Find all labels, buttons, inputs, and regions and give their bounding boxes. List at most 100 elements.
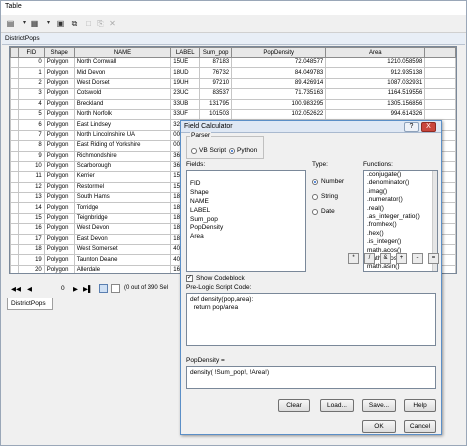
table-cell[interactable]: 16 xyxy=(17,223,45,235)
table-cell[interactable]: West Somerset xyxy=(73,244,172,256)
function-list-item[interactable]: .numerator() xyxy=(364,196,431,204)
row-selector[interactable] xyxy=(10,88,19,100)
row-selector[interactable] xyxy=(10,108,19,121)
table-cell[interactable]: 87183 xyxy=(199,56,233,69)
column-header-label[interactable]: LABEL xyxy=(170,47,201,58)
table-cell[interactable]: 17 xyxy=(17,233,45,246)
table-cell[interactable]: Polygon xyxy=(43,264,75,273)
clear-button[interactable]: Clear xyxy=(278,399,310,412)
table-cell[interactable]: 18UD xyxy=(170,67,201,79)
table-cell[interactable]: Polygon xyxy=(43,77,75,90)
operator-and-button[interactable]: & xyxy=(380,253,391,264)
table-cell[interactable]: 33UF xyxy=(170,108,201,121)
table-cell[interactable]: 100.983295 xyxy=(231,98,327,110)
row-selector[interactable] xyxy=(10,233,19,246)
function-list-item[interactable]: .imag() xyxy=(364,188,431,196)
table-cell[interactable]: 6 xyxy=(17,119,45,131)
table-cell[interactable]: 97210 xyxy=(199,77,233,90)
table-cell[interactable]: Torridge xyxy=(73,202,172,214)
table-cell[interactable]: North Lincolnshire UA xyxy=(73,129,172,142)
row-selector[interactable] xyxy=(10,212,19,225)
switch-selection-icon[interactable]: ⧉ xyxy=(69,18,80,29)
operator-plus-button[interactable]: + xyxy=(396,253,407,264)
help-button[interactable]: Help xyxy=(404,399,436,412)
first-record-icon[interactable]: ◀◀ xyxy=(11,285,21,293)
table-cell[interactable]: 12 xyxy=(17,181,45,194)
field-list-item[interactable]: Shape xyxy=(187,189,305,198)
field-list-item[interactable]: FID xyxy=(187,180,305,189)
table-cell[interactable]: Allerdale xyxy=(73,264,172,273)
table-cell[interactable]: North Cornwall xyxy=(73,56,172,69)
operator-minus-button[interactable]: - xyxy=(412,253,423,264)
previous-record-icon[interactable]: ◀ xyxy=(27,285,32,293)
row-selector[interactable] xyxy=(10,77,19,90)
table-cell[interactable]: 912.935138 xyxy=(325,67,426,79)
table-cell[interactable]: 9 xyxy=(17,150,45,162)
table-cell[interactable]: Kerrier xyxy=(73,171,172,183)
table-cell[interactable]: East Lindsey xyxy=(73,119,172,131)
table-cell[interactable]: Polygon xyxy=(43,212,75,225)
table-cell[interactable]: East Riding of Yorkshire xyxy=(73,140,172,152)
row-selector[interactable] xyxy=(10,223,19,235)
table-cell[interactable]: 4 xyxy=(17,98,45,110)
table-row[interactable]: 2 Polygon West Dorset 19UH 97210 89.426914 108… xyxy=(10,77,456,90)
copy-icon[interactable]: ⎘ xyxy=(95,18,106,29)
operator-divide-button[interactable]: / xyxy=(364,253,375,264)
vbscript-radio[interactable] xyxy=(191,148,197,154)
table-cell[interactable]: 1 xyxy=(17,67,45,79)
table-cell[interactable]: 3 xyxy=(17,88,45,100)
table-cell[interactable]: 10 xyxy=(17,160,45,173)
function-list-item[interactable]: .as_integer_ratio() xyxy=(364,213,431,221)
table-cell[interactable]: 1305.156856 xyxy=(325,98,426,110)
show-all-records-icon[interactable] xyxy=(99,284,108,293)
table-cell[interactable]: 89.426914 xyxy=(231,77,327,90)
row-selector[interactable] xyxy=(10,244,19,256)
tab-districtpops[interactable]: DistrictPops xyxy=(7,298,53,310)
table-cell[interactable]: 14 xyxy=(17,202,45,214)
row-selector[interactable] xyxy=(10,150,19,162)
table-cell[interactable]: 13 xyxy=(17,192,45,204)
table-row[interactable]: 0 Polygon North Cornwall 15UE 87183 72.048577… xyxy=(10,56,456,69)
column-header-area[interactable]: Area xyxy=(325,47,426,58)
table-cell[interactable]: 102.052622 xyxy=(231,108,327,121)
clear-selection-icon[interactable]: □ xyxy=(83,18,94,29)
ok-button[interactable]: OK xyxy=(362,420,396,433)
python-radio[interactable] xyxy=(229,148,235,154)
column-header-sum-pop[interactable]: Sum_pop xyxy=(199,47,233,58)
table-cell[interactable]: Polygon xyxy=(43,223,75,235)
record-number[interactable]: 0 xyxy=(61,285,65,292)
function-list-item[interactable]: .real() xyxy=(364,205,431,213)
show-codeblock-checkbox[interactable]: ✓ xyxy=(186,275,193,282)
table-cell[interactable]: 131795 xyxy=(199,98,233,110)
column-header-popdensity[interactable]: PopDensity xyxy=(231,47,327,58)
table-cell[interactable]: Polygon xyxy=(43,202,75,214)
table-cell[interactable]: West Devon xyxy=(73,223,172,235)
field-list-item[interactable]: Sum_pop xyxy=(187,216,305,225)
row-selector[interactable] xyxy=(10,192,19,204)
function-list-item[interactable]: math.asin() xyxy=(364,263,431,271)
table-cell[interactable]: 84.049783 xyxy=(231,67,327,79)
field-list-item[interactable]: LABEL xyxy=(187,207,305,216)
table-cell[interactable]: Mid Devon xyxy=(73,67,172,79)
table-cell[interactable]: 994.614326 xyxy=(325,108,426,121)
function-list-item[interactable]: .denominator() xyxy=(364,179,431,187)
table-cell[interactable]: 19 xyxy=(17,254,45,266)
table-cell[interactable]: Scarborough xyxy=(73,160,172,173)
operator-equals-button[interactable]: = xyxy=(428,253,439,264)
type-number-radio[interactable] xyxy=(312,179,318,185)
table-cell[interactable]: Polygon xyxy=(43,150,75,162)
next-record-icon[interactable]: ▶ xyxy=(73,285,78,293)
row-selector[interactable] xyxy=(10,67,19,79)
column-header-name[interactable]: NAME xyxy=(73,47,172,58)
table-cell[interactable]: Polygon xyxy=(43,67,75,79)
row-selector[interactable] xyxy=(10,129,19,142)
column-header-shape[interactable]: Shape xyxy=(43,47,75,58)
table-cell[interactable]: Polygon xyxy=(43,160,75,173)
table-cell[interactable]: 5 xyxy=(17,108,45,121)
field-list-item[interactable]: Area xyxy=(187,233,305,242)
table-cell[interactable]: Polygon xyxy=(43,119,75,131)
table-cell[interactable]: 72.048577 xyxy=(231,56,327,69)
table-cell[interactable]: 7 xyxy=(17,129,45,142)
table-cell[interactable]: Breckland xyxy=(73,98,172,110)
table-cell[interactable]: 2 xyxy=(17,77,45,90)
